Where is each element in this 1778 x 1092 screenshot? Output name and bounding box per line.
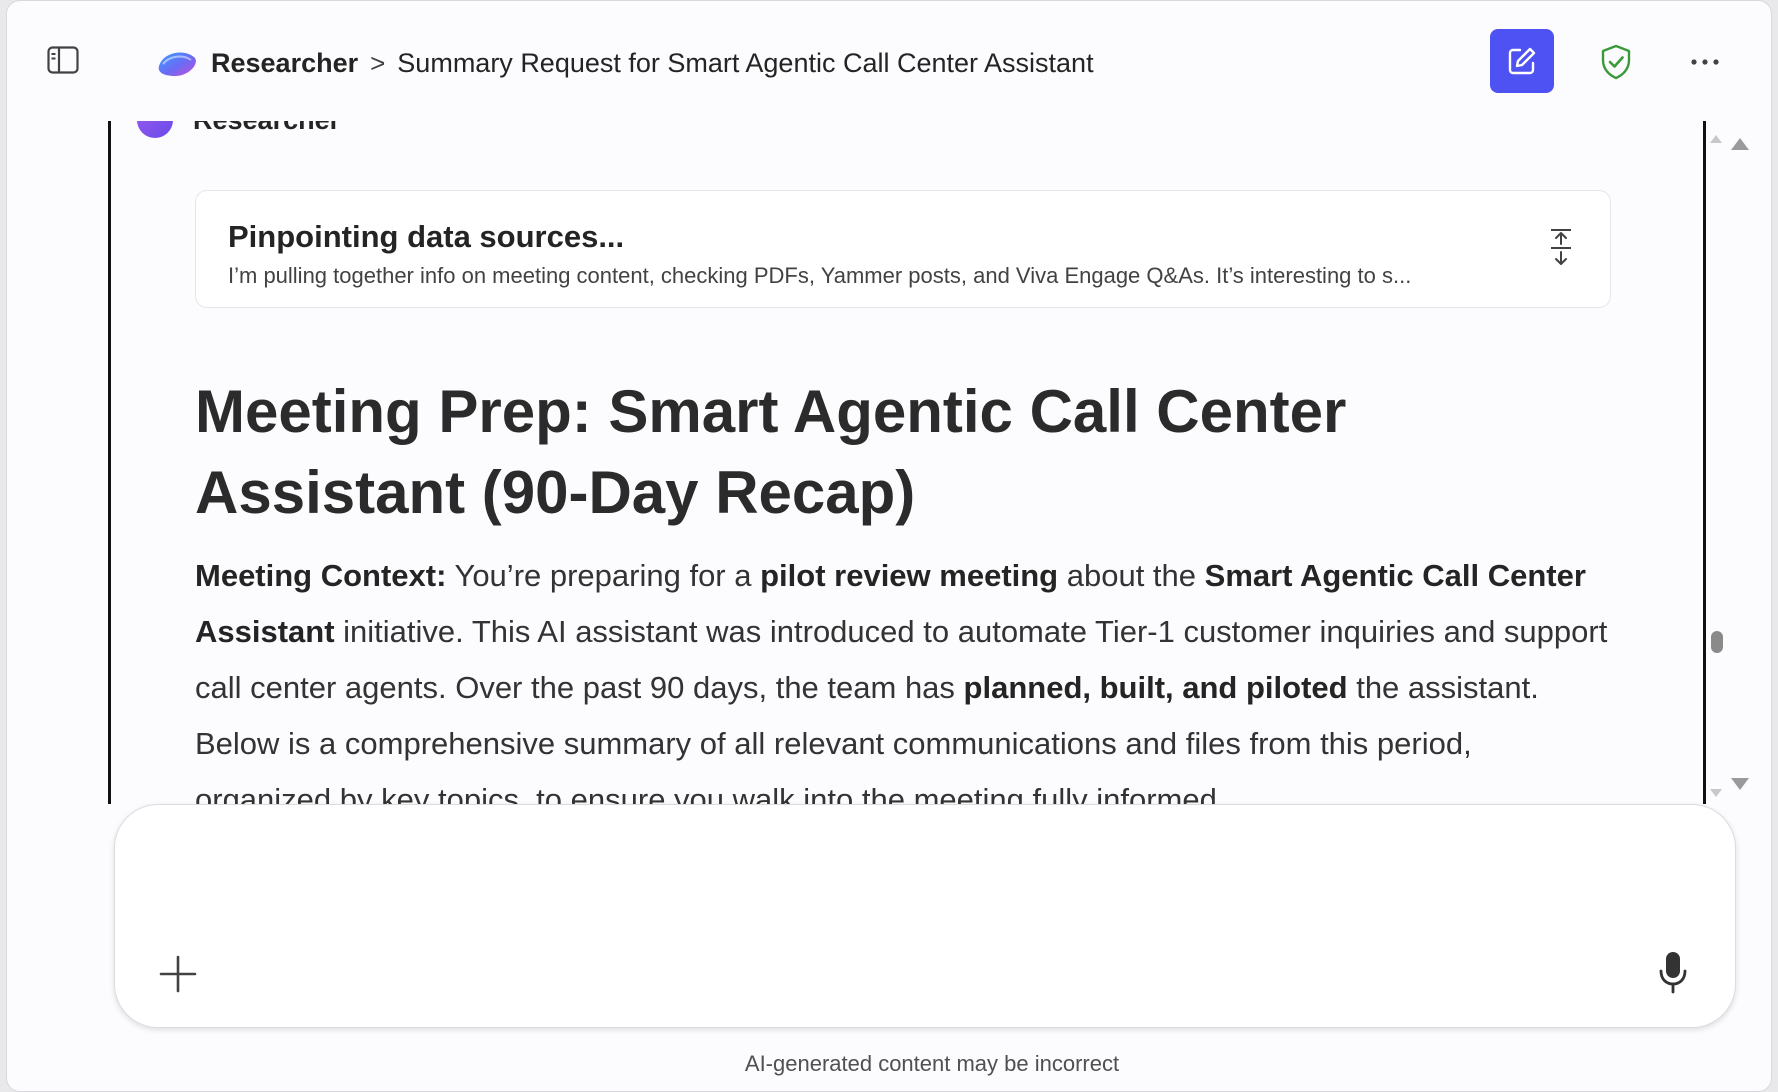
- plus-icon: [159, 955, 197, 993]
- agent-avatar: [137, 121, 173, 138]
- ai-disclaimer: AI-generated content may be incorrect: [744, 1051, 1120, 1076]
- breadcrumb-app-link[interactable]: Researcher: [211, 48, 358, 79]
- triangle-up-icon: [1731, 138, 1749, 150]
- sidebar-panel-icon: [47, 46, 79, 74]
- scroll-up-button[interactable]: [1729, 135, 1751, 153]
- microphone-icon: [1659, 952, 1687, 994]
- breadcrumb-separator: >: [370, 47, 386, 78]
- protection-status-button[interactable]: [1597, 43, 1635, 81]
- sidebar-toggle-button[interactable]: [45, 43, 81, 77]
- scroll-up-faint-icon: [1710, 135, 1722, 143]
- status-title: Pinpointing data sources...: [228, 219, 625, 254]
- context-label: Meeting Context:: [195, 558, 447, 593]
- voice-input-button[interactable]: [1655, 949, 1691, 997]
- top-bar: Researcher > Summary Request for Smart A…: [7, 1, 1771, 121]
- new-chat-button[interactable]: [1490, 29, 1554, 93]
- document-heading: Meeting Prep: Smart Agentic Call Center …: [195, 378, 1347, 526]
- compose-icon: [1508, 47, 1536, 75]
- paragraph-bold-3: planned, built, and piloted: [963, 670, 1348, 705]
- breadcrumb: Researcher > Summary Request for Smart A…: [155, 39, 1094, 87]
- ellipsis-icon: [1691, 59, 1719, 65]
- scroll-down-button[interactable]: [1729, 775, 1751, 793]
- add-attachment-button[interactable]: [157, 953, 199, 995]
- paragraph-bold-1: pilot review meeting: [760, 558, 1059, 593]
- scrollbar-thumb[interactable]: [1711, 631, 1723, 653]
- app-window: Researcher > Summary Request for Smart A…: [6, 0, 1772, 1092]
- meeting-context-paragraph: Meeting Context: You’re preparing for a …: [195, 548, 1615, 804]
- conversation-title: Summary Request for Smart Agentic Call C…: [397, 47, 1094, 78]
- paragraph-text-2: about the: [1058, 558, 1205, 593]
- triangle-down-icon: [1731, 778, 1749, 790]
- message-input[interactable]: [155, 841, 1659, 935]
- progress-status-card: Pinpointing data sources... I’m pulling …: [195, 190, 1611, 308]
- response-pane: Researcher Pinpointing data sources... I…: [108, 121, 1706, 804]
- scroll-down-faint-icon: [1710, 789, 1722, 797]
- message-composer: [114, 804, 1736, 1028]
- researcher-logo-icon: [155, 45, 199, 81]
- more-options-button[interactable]: [1683, 45, 1727, 79]
- expand-vertical-icon: [1551, 229, 1571, 265]
- agent-name: Researcher: [193, 121, 340, 136]
- paragraph-text-1: You’re preparing for a: [446, 558, 761, 593]
- status-detail: I’m pulling together info on meeting con…: [228, 263, 1412, 288]
- shield-check-icon: [1601, 44, 1631, 80]
- agent-header: Researcher: [137, 121, 340, 138]
- expand-status-button[interactable]: [1546, 227, 1576, 269]
